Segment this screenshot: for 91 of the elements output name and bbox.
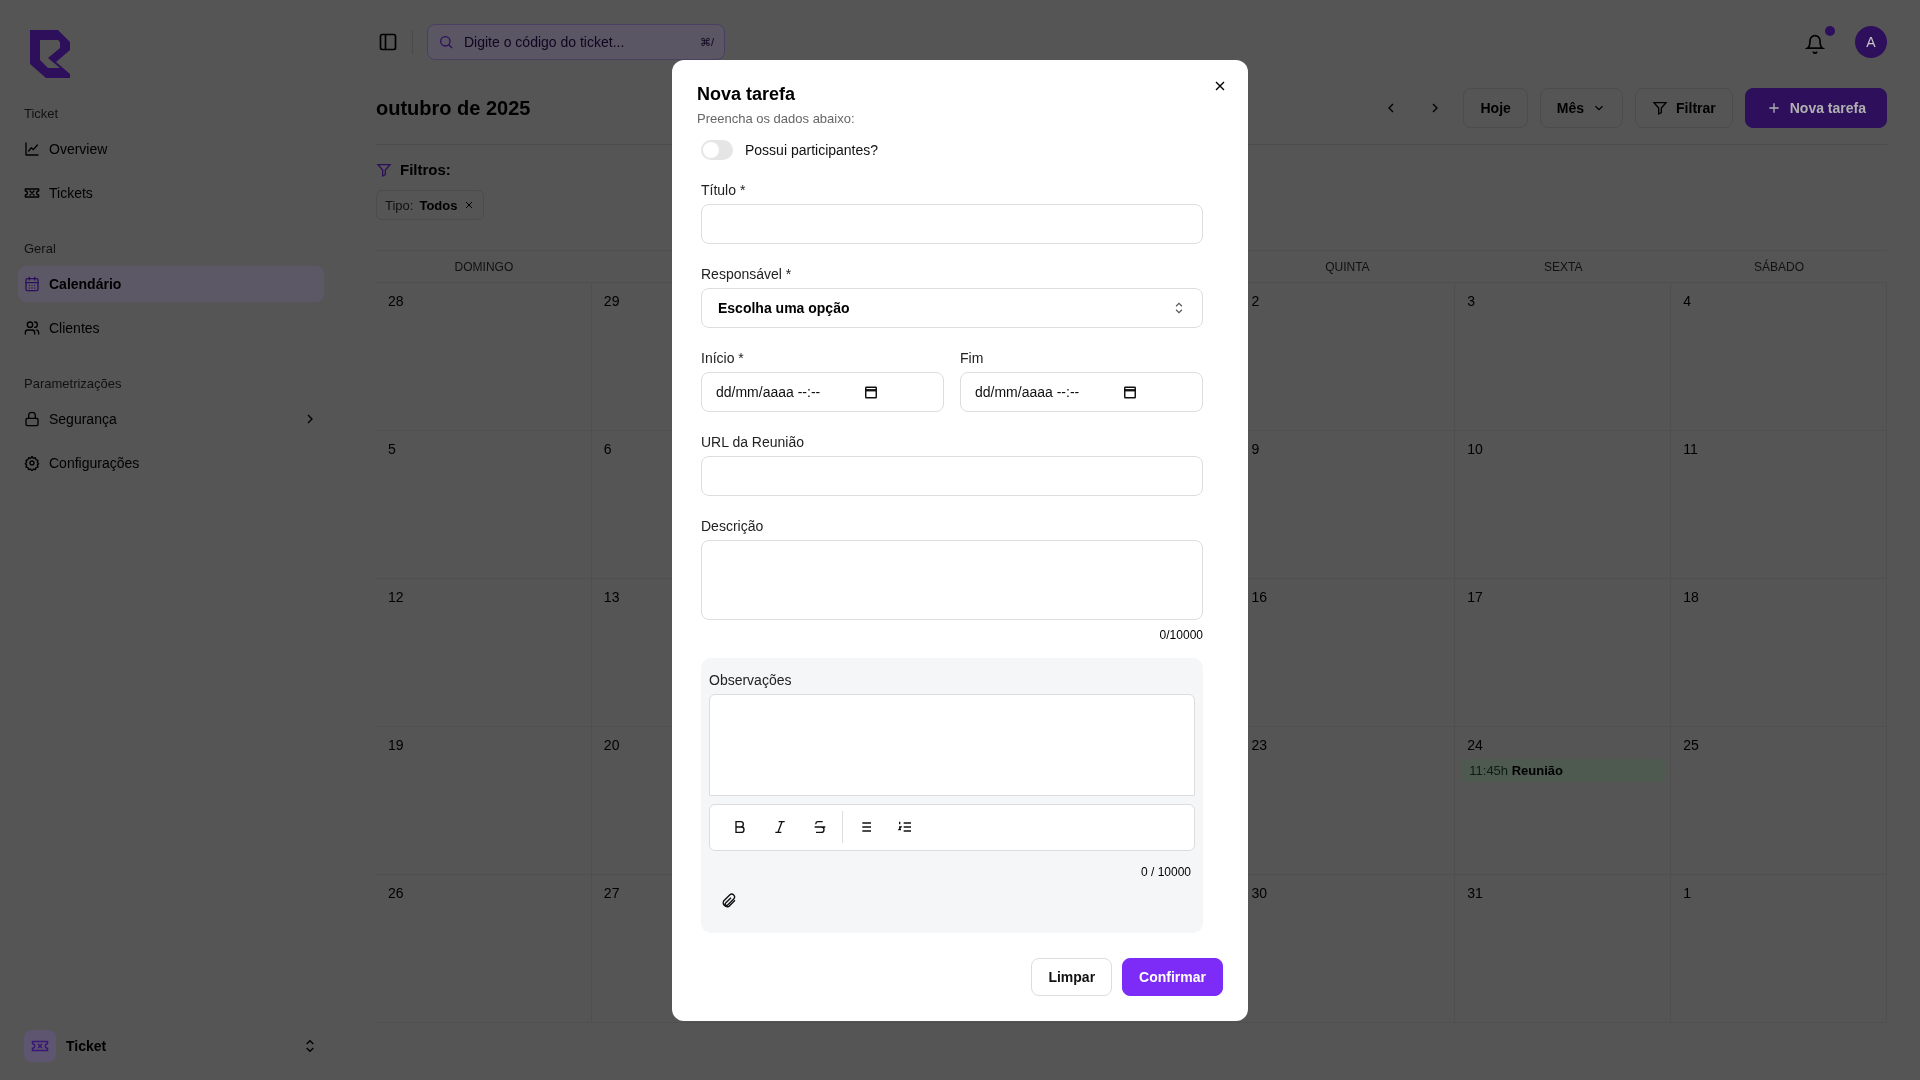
filter-icon: [376, 161, 392, 178]
day-number: 17: [1466, 589, 1483, 605]
weekday-label: QUINTA: [1325, 260, 1370, 274]
sidebar-item[interactable]: Overview: [18, 131, 324, 167]
datetime-field[interactable]: dd/mm/aaaa --:--: [960, 371, 1203, 412]
day-number: 18: [1682, 589, 1699, 605]
bell-icon: [1805, 34, 1825, 54]
character-counter: 0/10000: [1159, 627, 1203, 642]
day-number: 25: [1682, 737, 1699, 753]
users-icon: [24, 320, 40, 336]
day-number: 26: [387, 885, 404, 901]
day-number: 10: [1466, 441, 1483, 457]
today-button[interactable]: Hoje: [1463, 88, 1528, 128]
bold-icon: [732, 819, 748, 835]
day-number: 28: [387, 293, 404, 309]
field-label: Descrição: [701, 517, 765, 534]
datetime-field[interactable]: dd/mm/aaaa --:--: [701, 371, 944, 412]
day-number: 6: [602, 441, 612, 457]
day-number: 23: [1250, 737, 1267, 753]
search-input[interactable]: Digite o código do ticket...: [462, 33, 692, 51]
settings-icon: [24, 455, 40, 471]
logo-icon: [28, 28, 72, 80]
dialog-subtitle: Preencha os dados abaixo:: [697, 110, 856, 126]
filter-chip[interactable]: Tipo: Todos: [376, 190, 485, 220]
field-label: Título *: [701, 181, 747, 198]
workspace-switcher[interactable]: Ticket: [18, 1030, 324, 1062]
filters-label: Filtros:: [400, 161, 451, 178]
new-task-button[interactable]: Nova tarefa: [1744, 88, 1887, 128]
day-number: 9: [1250, 441, 1260, 457]
day-number: 11: [1682, 441, 1698, 457]
calendar-icon: [24, 276, 40, 292]
sidebar-item[interactable]: Clientes: [18, 310, 324, 346]
italic-icon: [772, 819, 788, 835]
numbered-list-icon: [897, 819, 913, 835]
ticket-icon: [24, 185, 40, 201]
confirm-button[interactable]: Confirmar: [1122, 957, 1223, 996]
weekday-label: DOMINGO: [454, 260, 514, 274]
weekday-label: SEXTA: [1543, 260, 1583, 274]
day-number: 13: [602, 589, 620, 605]
day-number: 20: [602, 737, 620, 753]
section-title: Parametrizações: [23, 376, 123, 393]
clear-button[interactable]: Limpar: [1031, 957, 1113, 996]
filter-button[interactable]: Filtrar: [1635, 88, 1733, 128]
month-title: outubro de 2025: [376, 96, 531, 120]
day-number: 1: [1682, 885, 1691, 901]
view-select[interactable]: Mês: [1539, 88, 1624, 128]
character-counter: 0 / 10000: [1140, 864, 1191, 879]
weekday-label: SÁBADO: [1754, 260, 1805, 274]
day-number: 2: [1250, 293, 1260, 309]
field-label: Início *: [701, 349, 745, 366]
sidebar-item[interactable]: Tickets: [18, 175, 324, 211]
calendar-icon[interactable]: [864, 384, 878, 399]
calendar-event[interactable]: 11:45h Reunião: [1461, 759, 1666, 782]
day-number: 16: [1250, 589, 1267, 605]
day-number: 19: [387, 737, 404, 753]
title-input[interactable]: [701, 203, 1203, 244]
responsible-select[interactable]: Escolha uma opção: [701, 287, 1203, 328]
sidebar-item[interactable]: Segurança: [18, 401, 324, 437]
participants-toggle[interactable]: [701, 139, 733, 160]
filter-icon: [1652, 100, 1669, 116]
strikethrough-icon: [812, 819, 828, 835]
section-title: Ticket: [23, 106, 60, 123]
shortcut-hint: ⌘/: [699, 35, 714, 49]
search-field[interactable]: Digite o código do ticket... ⌘/: [427, 24, 725, 60]
calendar-icon[interactable]: [1123, 384, 1137, 399]
field-label: URL da Reunião: [701, 433, 805, 450]
sidebar-toggle-icon[interactable]: [378, 32, 398, 52]
day-number: 27: [602, 885, 620, 901]
lock-icon: [24, 411, 40, 427]
day-number: 12: [387, 589, 404, 605]
toggle-label: Possui participantes?: [745, 141, 879, 158]
sidebar-item[interactable]: Configurações: [18, 445, 324, 481]
day-number: 3: [1466, 293, 1476, 309]
day-number: 31: [1466, 885, 1483, 901]
chart-icon: [24, 141, 40, 157]
day-number: 30: [1250, 885, 1267, 901]
field-label: Observações: [709, 671, 793, 688]
ticket-icon: [24, 1030, 56, 1062]
day-number: 29: [602, 293, 620, 309]
sidebar-item[interactable]: Calendário: [18, 266, 324, 302]
day-number: 4: [1682, 293, 1691, 309]
meeting-url-input[interactable]: [701, 455, 1203, 496]
user-avatar[interactable]: A: [1855, 26, 1887, 58]
field-label: Responsável *: [701, 265, 793, 282]
paperclip-icon[interactable]: [721, 892, 737, 909]
field-label: Fim: [960, 349, 985, 366]
section-title: Geral: [23, 241, 57, 258]
dialog-title: Nova tarefa: [697, 83, 797, 105]
day-number: 24: [1466, 737, 1483, 753]
search-icon: [438, 34, 454, 50]
day-number: 5: [387, 441, 396, 457]
